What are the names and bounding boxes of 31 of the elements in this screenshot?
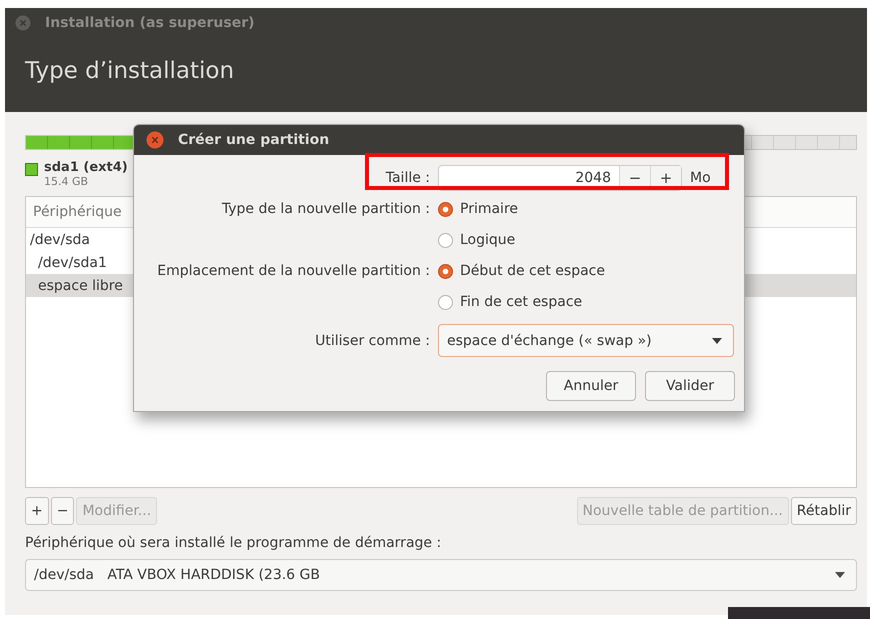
radio-button[interactable]	[438, 232, 453, 248]
table-button[interactable]: Rétablir	[790, 497, 857, 525]
close-icon[interactable]	[15, 15, 31, 31]
radio-option[interactable]: Primaire	[438, 196, 735, 222]
window-title: Installation (as superuser)	[45, 15, 255, 31]
option-label: Emplacement de la nouvelle partition :	[156, 263, 430, 279]
dialog-button[interactable]: Valider	[645, 371, 735, 401]
close-icon[interactable]	[146, 131, 164, 149]
use-as-label: Utiliser comme :	[314, 332, 430, 348]
unit-label: Mo	[690, 170, 711, 186]
radio-option[interactable]: Logique	[438, 227, 735, 253]
dialog-title: Créer une partition	[178, 132, 330, 148]
radio-button[interactable]	[438, 264, 453, 278]
bootloader-dropdown[interactable]: /dev/sda ATA VBOX HARDDISK (23.6 GB	[25, 559, 857, 591]
partition-name: sda1 (ext4)	[44, 160, 128, 175]
bootloader-label: Périphérique où sera installé le programme de démarrage :	[25, 535, 442, 551]
page-heading: Type d’installation	[25, 58, 234, 84]
radio-button[interactable]	[438, 202, 453, 216]
use-as-dropdown[interactable]: espace d'échange (« swap »)	[438, 324, 734, 357]
partition-size: 15.4 GB	[44, 175, 90, 188]
column-header[interactable]: Périphérique	[33, 204, 122, 220]
dialog-button[interactable]: Annuler	[546, 371, 636, 401]
option-label: Type de la nouvelle partition :	[220, 201, 430, 217]
caret-icon	[834, 571, 846, 579]
size-label: Taille :	[384, 170, 430, 186]
table-button[interactable]: +	[25, 497, 49, 525]
radio-button[interactable]	[438, 294, 453, 310]
radio-option[interactable]: Début de cet espace	[438, 258, 735, 284]
caret-icon	[711, 336, 723, 344]
table-button[interactable]: −	[50, 497, 74, 525]
radio-option[interactable]: Fin de cet espace	[438, 289, 735, 315]
